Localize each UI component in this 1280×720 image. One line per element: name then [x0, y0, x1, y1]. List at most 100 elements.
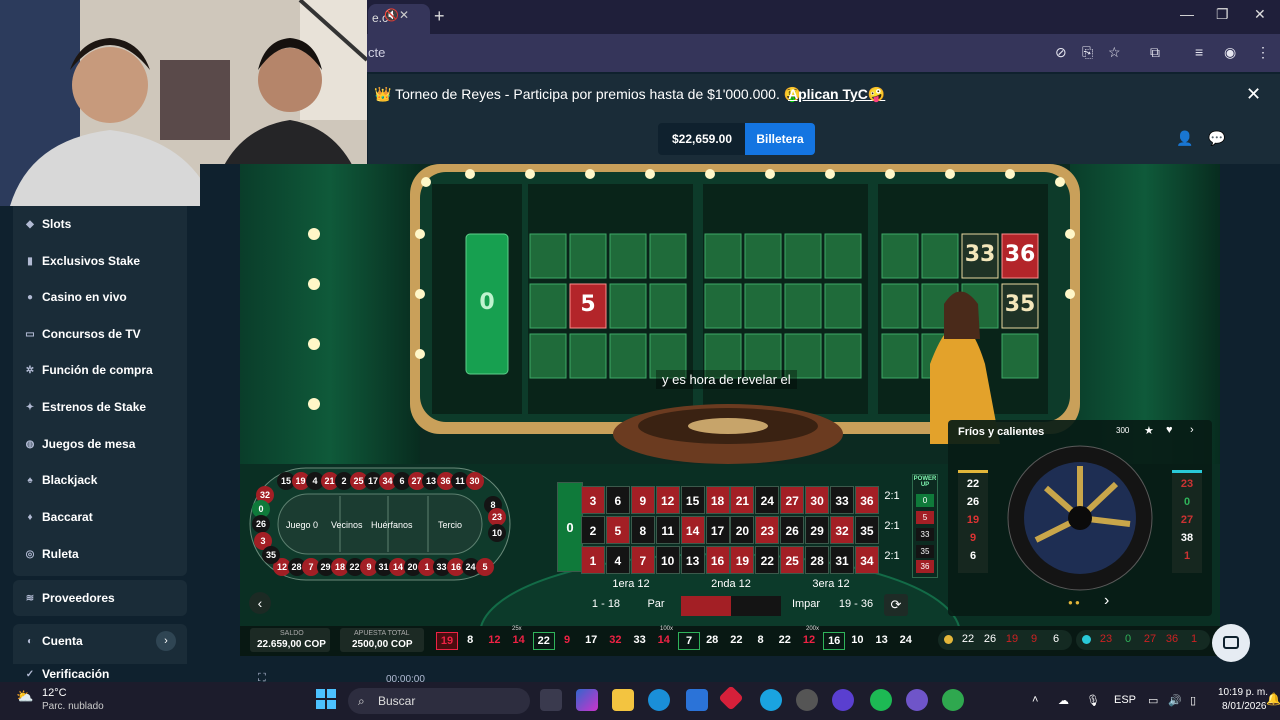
grid-number-cell[interactable]: 8: [630, 516, 655, 544]
grid-number-cell[interactable]: 25: [780, 546, 805, 574]
install-icon[interactable]: ⎘: [1082, 44, 1093, 61]
grid-number-cell[interactable]: 10: [655, 546, 680, 574]
grid-number-cell[interactable]: 3: [581, 486, 605, 514]
grid-number-cell[interactable]: 2: [581, 516, 605, 544]
sidebar-item-casino-en-vivo[interactable]: ● Casino en vivo: [24, 286, 184, 308]
repeat-bet-icon[interactable]: ⟳: [884, 594, 908, 616]
grid-number-cell[interactable]: 27: [780, 486, 805, 514]
sidebar-item-estrenos[interactable]: ✦ Estrenos de Stake: [24, 396, 184, 418]
grid-zero[interactable]: 0: [557, 482, 583, 572]
grid-number-cell[interactable]: 33: [830, 486, 854, 514]
obs-icon[interactable]: [796, 689, 818, 711]
racetrack-label[interactable]: Vecinos: [331, 520, 363, 530]
sidebar-item-slots[interactable]: ◆ Slots: [24, 213, 184, 235]
discord-icon[interactable]: [906, 689, 928, 711]
chevron-left-icon[interactable]: ‹: [249, 592, 271, 614]
chrome-icon[interactable]: [942, 689, 964, 711]
support-chat-button[interactable]: [1212, 624, 1250, 662]
app-icon[interactable]: [760, 689, 782, 711]
user-icon[interactable]: 👤: [1176, 130, 1193, 147]
racetrack-label[interactable]: Juego 0: [286, 520, 318, 530]
store-icon[interactable]: [686, 689, 708, 711]
racetrack-number[interactable]: 5: [476, 558, 494, 576]
grid-number-cell[interactable]: 16: [705, 546, 730, 574]
high-bet[interactable]: 19 - 36: [831, 598, 881, 610]
racetrack-number[interactable]: 10: [488, 524, 506, 542]
sidebar-item-funcion-compra[interactable]: ✲ Función de compra: [24, 359, 184, 381]
media-icon[interactable]: ≡: [1195, 44, 1203, 60]
grid-number-cell[interactable]: 23: [755, 516, 780, 544]
mute-tab-icon[interactable]: 🔇✕: [384, 8, 409, 22]
chat-icon[interactable]: 💬: [1208, 130, 1225, 147]
sidebar-item-ruleta[interactable]: ◎ Ruleta: [24, 543, 184, 565]
grid-number-cell[interactable]: 35: [854, 516, 879, 544]
bookmark-star-icon[interactable]: ☆: [1108, 44, 1121, 61]
copilot-icon[interactable]: [576, 689, 598, 711]
dozen-bet[interactable]: 2nda 12: [681, 578, 781, 590]
spotify-icon[interactable]: [870, 689, 892, 711]
grid-number-cell[interactable]: 28: [805, 546, 830, 574]
chevron-right-icon[interactable]: ›: [1190, 424, 1194, 436]
chevron-right-icon[interactable]: ›: [1104, 592, 1109, 610]
sidebar-item-baccarat[interactable]: ♦ Baccarat: [24, 506, 184, 528]
grid-number-cell[interactable]: 15: [680, 486, 705, 514]
racetrack-number[interactable]: 35: [262, 546, 280, 564]
close-window-icon[interactable]: ✕: [1254, 6, 1266, 23]
sidebar-item-blackjack[interactable]: ♠ Blackjack: [24, 469, 184, 491]
weather-icon[interactable]: ⛅: [16, 688, 33, 705]
racetrack-number[interactable]: 30: [465, 472, 484, 490]
sidebar-item-juegos-mesa[interactable]: ◍ Juegos de mesa: [24, 433, 184, 455]
grid-number-cell[interactable]: 22: [755, 546, 780, 574]
cloud-icon[interactable]: ☁: [1058, 694, 1069, 707]
app-icon[interactable]: [832, 689, 854, 711]
column-bet[interactable]: 2:1: [880, 550, 904, 562]
notification-icon[interactable]: 🔔: [1266, 692, 1280, 706]
battery-icon[interactable]: ▯: [1190, 694, 1196, 707]
grid-number-cell[interactable]: 9: [630, 486, 655, 514]
sidebar-item-exclusivos[interactable]: ▮ Exclusivos Stake: [24, 250, 184, 272]
grid-number-cell[interactable]: 34: [854, 546, 879, 574]
edge-icon[interactable]: [648, 689, 670, 711]
grid-number-cell[interactable]: 11: [655, 516, 680, 544]
favorite-star-icon[interactable]: ★: [1144, 424, 1154, 437]
url-field[interactable]: cte: [368, 40, 1048, 66]
mic-icon[interactable]: 🎙: [1086, 694, 1100, 707]
sidebar-item-proveedores[interactable]: ≋ Proveedores: [24, 587, 184, 609]
profile-icon[interactable]: ◉: [1224, 44, 1236, 61]
windows-start-icon[interactable]: [316, 689, 336, 709]
grid-number-cell[interactable]: 21: [730, 486, 755, 514]
grid-number-cell[interactable]: 19: [730, 546, 755, 574]
maximize-icon[interactable]: ❐: [1216, 6, 1229, 23]
column-bet[interactable]: 2:1: [880, 520, 904, 532]
dozen-bet[interactable]: 3era 12: [781, 578, 881, 590]
grid-number-cell[interactable]: 7: [630, 546, 655, 574]
grid-number-cell[interactable]: 13: [680, 546, 705, 574]
close-icon[interactable]: ✕: [1246, 84, 1261, 105]
grid-number-cell[interactable]: 26: [780, 516, 805, 544]
grid-number-cell[interactable]: 30: [805, 486, 830, 514]
chevron-up-icon[interactable]: ˄: [1032, 694, 1038, 706]
grid-number-cell[interactable]: 12: [655, 486, 680, 514]
red-bet[interactable]: [681, 596, 731, 616]
balance-display[interactable]: $22,659.00: [658, 123, 746, 155]
grid-number-cell[interactable]: 36: [854, 486, 879, 514]
volume-icon[interactable]: 🔊: [1168, 694, 1182, 707]
menu-icon[interactable]: ⋮: [1256, 44, 1270, 61]
odd-bet[interactable]: Impar: [781, 598, 831, 610]
racetrack-label[interactable]: Huérfanos: [371, 520, 413, 530]
minimize-icon[interactable]: —: [1180, 6, 1194, 22]
extensions-icon[interactable]: ⧉: [1150, 44, 1160, 61]
sidebar-item-verificacion[interactable]: ✓ Verificación: [24, 666, 184, 682]
sidebar-item-concursos-tv[interactable]: ▭ Concursos de TV: [24, 323, 184, 345]
grid-number-cell[interactable]: 6: [605, 486, 630, 514]
grid-number-cell[interactable]: 1: [581, 546, 605, 574]
task-view-icon[interactable]: [540, 689, 562, 711]
promo-link[interactable]: Aplican TyC🤪: [788, 86, 885, 103]
chevron-right-icon[interactable]: ›: [156, 631, 176, 651]
grid-number-cell[interactable]: 31: [830, 546, 854, 574]
grid-number-cell[interactable]: 5: [605, 516, 630, 544]
black-bet[interactable]: [731, 596, 781, 616]
grid-number-cell[interactable]: 17: [705, 516, 730, 544]
column-bet[interactable]: 2:1: [880, 490, 904, 502]
network-icon[interactable]: ▭: [1148, 694, 1158, 707]
